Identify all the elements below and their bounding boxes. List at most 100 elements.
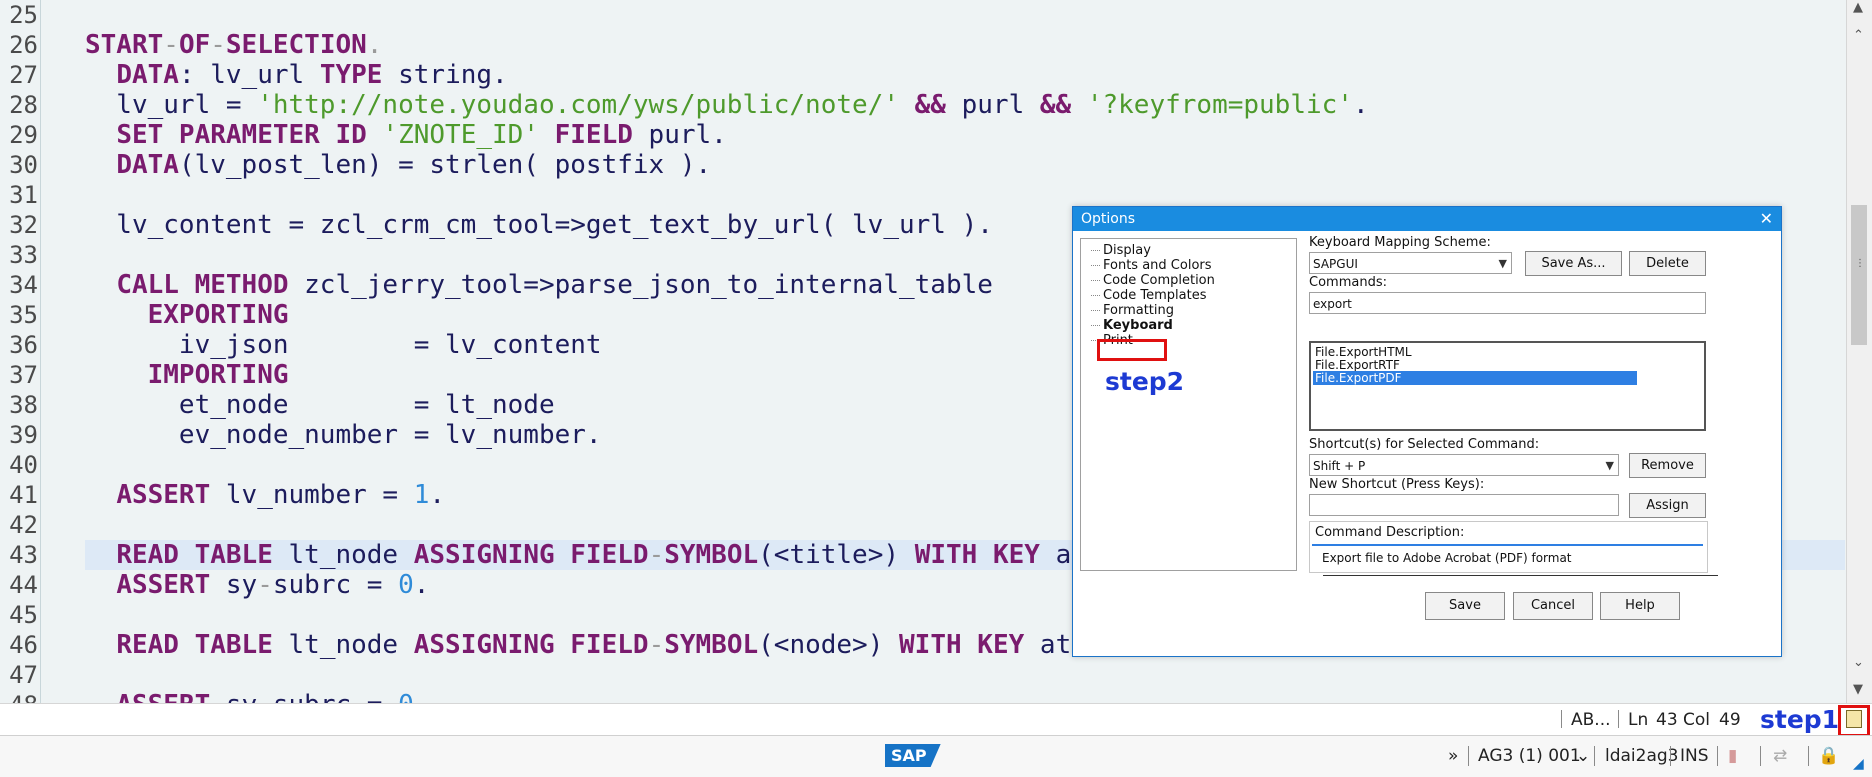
code-token: ASSERT (116, 690, 210, 703)
code-token: SYMBOL (664, 630, 759, 660)
commands-list[interactable]: File.ExportHTML File.ExportRTF File.Export… (1309, 341, 1706, 431)
code-line: EXPORTING (85, 300, 289, 330)
status-separator (1670, 746, 1671, 766)
line-number: 37 (9, 361, 38, 389)
code-token: 0 (398, 690, 414, 703)
code-token: string. (382, 60, 508, 90)
code-token: ASSIGNING FIELD (413, 540, 649, 570)
line-number: 35 (9, 301, 38, 329)
chevron-down-icon[interactable]: ⌄ (1576, 746, 1590, 766)
code-token: et_node = lt_node (85, 390, 555, 420)
code-line: SET PARAMETER ID 'ZNOTE_ID' FIELD purl. (85, 120, 727, 150)
scroll-down-icon[interactable]: ▼ (1853, 682, 1863, 697)
command-item[interactable]: File.ExportPDF (1313, 371, 1637, 385)
scheme-select[interactable]: SAPGUI ▼ (1309, 252, 1512, 274)
code-token: 'http://note.youdao.com/yws/public/note/… (257, 90, 899, 120)
scroll-up-icon[interactable]: ▲ (1853, 0, 1863, 15)
dialog-title-bar[interactable]: Options ✕ (1073, 207, 1781, 231)
tree-item-code-completion[interactable]: Code Completion (1091, 273, 1215, 289)
code-token: SELECTION (225, 30, 367, 60)
scrollbar-thumb[interactable] (1851, 205, 1867, 345)
options-icon[interactable] (1846, 710, 1862, 728)
tree-item-label: Formatting (1103, 303, 1175, 318)
new-shortcut-input[interactable] (1309, 494, 1619, 516)
status-separator (1594, 746, 1595, 766)
line-number: 44 (9, 571, 38, 599)
tree-item-fonts-and-colors[interactable]: Fonts and Colors (1091, 258, 1212, 274)
tree-item-label: Fonts and Colors (1103, 258, 1212, 273)
code-token: SET PARAMETER ID (116, 120, 367, 150)
code-token: '?keyfrom=public' (1086, 90, 1353, 120)
options-tree: Display Fonts and Colors Code Completion Co… (1080, 238, 1297, 571)
delete-button[interactable]: Delete (1629, 251, 1706, 276)
scroll-up-chevron-icon[interactable]: ⌃ (1853, 28, 1864, 43)
code-token: FIELD (554, 120, 633, 150)
tree-connector-icon (1091, 250, 1100, 251)
tree-item-keyboard[interactable]: Keyboard (1091, 318, 1173, 334)
code-line: ASSERT lv_number = 1. (85, 480, 445, 510)
code-line: CALL METHOD zcl_jerry_tool=>parse_json_t… (85, 270, 993, 300)
chevron-down-icon: ▼ (1605, 459, 1614, 472)
save-as-button[interactable]: Save As... (1525, 251, 1622, 276)
save-button[interactable]: Save (1425, 592, 1505, 620)
code-line: IMPORTING (85, 360, 289, 390)
code-token: - (648, 630, 665, 660)
cancel-button[interactable]: Cancel (1513, 592, 1593, 620)
commands-filter-input[interactable]: export (1309, 292, 1706, 314)
line-number: 40 (9, 451, 38, 479)
shortcut-select[interactable]: Shift + P ▼ (1309, 454, 1619, 476)
code-line: READ TABLE lt_node ASSIGNING FIELD-SYMBO… (85, 540, 1118, 570)
status-separator (1808, 746, 1809, 766)
line-number: 42 (9, 511, 38, 539)
step2-annotation: step2 (1105, 367, 1185, 396)
code-token: READ TABLE (116, 540, 273, 570)
assign-button[interactable]: Assign (1629, 493, 1706, 518)
editor-vertical-scrollbar[interactable]: ▲ ⌃ ⋮ ⌄ ▼ (1846, 0, 1872, 703)
scroll-down-chevron-icon[interactable]: ⌄ (1853, 655, 1864, 670)
code-token: EXPORTING (147, 300, 289, 330)
line-number: 26 (9, 31, 38, 59)
code-token: 0 (398, 570, 414, 600)
code-line: START-OF-SELECTION. (85, 30, 382, 60)
command-item[interactable]: File.ExportHTML (1313, 345, 1637, 359)
description-label: Command Description: (1315, 525, 1465, 540)
remove-button[interactable]: Remove (1629, 453, 1706, 478)
chart-icon: ▮ (1728, 746, 1738, 766)
line-number: 47 (9, 661, 38, 689)
command-item[interactable]: File.ExportRTF (1313, 358, 1637, 372)
status-separator (1760, 746, 1761, 766)
line-number: 46 (9, 631, 38, 659)
status-ab: AB... (1571, 710, 1611, 730)
tree-item-display[interactable]: Display (1091, 243, 1151, 259)
help-button[interactable]: Help (1600, 592, 1680, 620)
code-token: ev_node_number = lv_number. (85, 420, 602, 450)
code-token: ASSERT (116, 570, 211, 600)
close-icon[interactable]: ✕ (1760, 207, 1773, 231)
code-token: TYPE (319, 60, 383, 90)
code-token: lt_node (272, 540, 414, 570)
code-token: READ TABLE (116, 630, 273, 660)
expand-chevron-icon[interactable]: » (1448, 746, 1458, 766)
resize-grip-icon[interactable]: ◢ (1853, 756, 1864, 772)
code-token: subrc = (272, 570, 399, 600)
status-separator (1618, 710, 1619, 728)
lock-icon[interactable]: 🔒 (1818, 746, 1839, 766)
code-token: WITH KEY (899, 630, 1025, 660)
tree-item-code-templates[interactable]: Code Templates (1091, 288, 1207, 304)
code-token: sy (210, 570, 258, 600)
code-token: - (163, 30, 179, 60)
chevron-down-icon: ▼ (1498, 257, 1507, 270)
description-text: Export file to Adobe Acrobat (PDF) forma… (1322, 551, 1572, 565)
tree-item-formatting[interactable]: Formatting (1091, 303, 1174, 319)
line-number: 43 (9, 541, 38, 569)
tree-item-label: Keyboard (1103, 318, 1173, 333)
commands-label: Commands: (1309, 275, 1387, 290)
code-token: 1 (413, 480, 430, 510)
